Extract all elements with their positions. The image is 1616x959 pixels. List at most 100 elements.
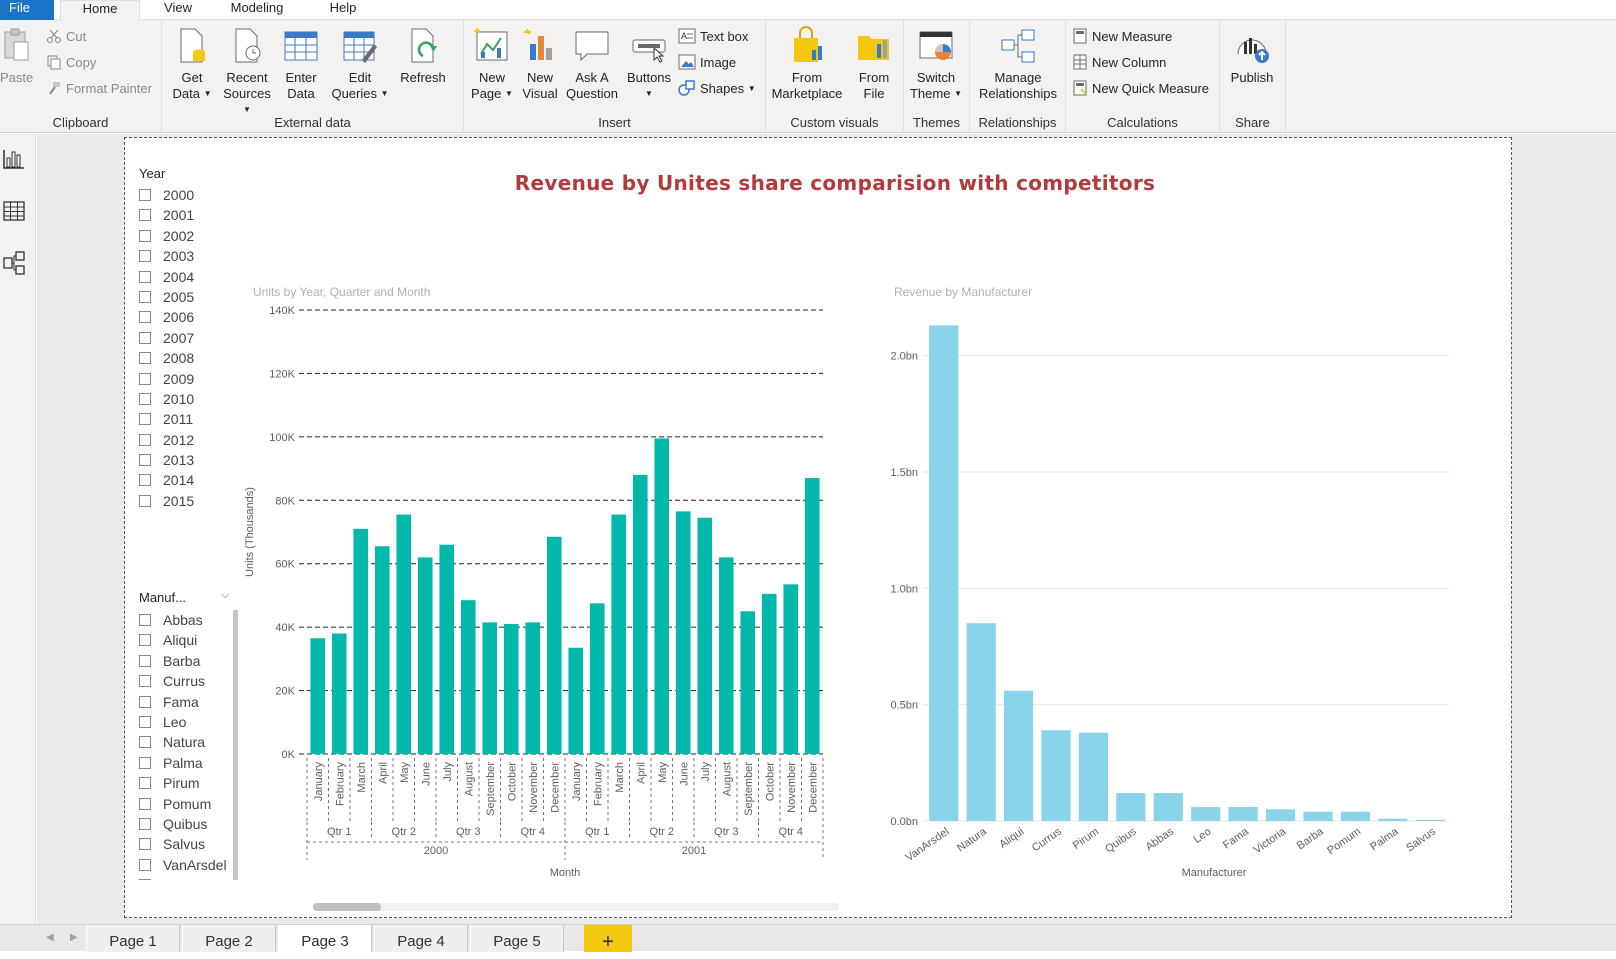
checkbox[interactable] (139, 736, 151, 749)
from-marketplace-button[interactable]: From Marketplace (768, 26, 846, 102)
chevron-right-icon[interactable]: ▶ (70, 932, 78, 943)
new-measure-button[interactable]: New Measure (1072, 26, 1172, 48)
from-file-button[interactable]: From File (850, 26, 898, 102)
manage-relationships-button[interactable]: Manage Relationships (972, 26, 1064, 102)
shapes-button[interactable]: Shapes ▼ (678, 78, 756, 100)
page-tab[interactable]: Page 2 (182, 925, 276, 952)
year-slicer-item[interactable]: 2007 (139, 328, 194, 348)
checkbox[interactable] (139, 695, 151, 708)
checkbox[interactable] (139, 189, 151, 201)
checkbox[interactable] (139, 777, 151, 790)
checkbox[interactable] (139, 838, 151, 851)
publish-button[interactable]: Publish (1224, 26, 1280, 86)
manufacturer-slicer-item[interactable]: Abbas (139, 610, 227, 630)
checkbox[interactable] (139, 392, 151, 405)
checkbox[interactable] (139, 250, 151, 263)
recent-sources-button[interactable]: Recent Sources ▼ (218, 26, 276, 118)
year-slicer-item[interactable]: 2009 (139, 369, 194, 389)
chevron-left-icon[interactable]: ◀ (46, 932, 54, 943)
year-slicer-item[interactable]: 2000 (139, 185, 194, 205)
manufacturer-slicer-item[interactable]: Quibus (139, 814, 227, 834)
manufacturer-slicer-item[interactable]: Fama (139, 692, 227, 712)
checkbox[interactable] (139, 634, 151, 647)
checkbox[interactable] (139, 797, 151, 810)
manufacturer-slicer-scrollbar[interactable] (233, 610, 238, 880)
manufacturer-slicer-item[interactable]: Palma (139, 753, 227, 773)
report-view-icon[interactable] (2, 146, 26, 172)
checkbox[interactable] (139, 413, 151, 426)
checkbox[interactable] (139, 331, 151, 344)
checkbox[interactable] (139, 879, 151, 880)
edit-queries-button[interactable]: Edit Queries ▼ (330, 26, 390, 102)
checkbox[interactable] (139, 290, 151, 303)
checkbox[interactable] (139, 614, 151, 626)
filters-pane-edge[interactable] (1604, 240, 1616, 300)
manufacturer-slicer-item[interactable]: Currus (139, 671, 227, 691)
format-painter-button[interactable]: Format Painter (46, 78, 152, 100)
manufacturer-slicer-item[interactable]: Aliqui (139, 630, 227, 650)
year-slicer-item[interactable]: 2015 (139, 491, 194, 511)
checkbox[interactable] (139, 311, 151, 324)
checkbox[interactable] (139, 654, 151, 667)
checkbox[interactable] (139, 494, 151, 507)
revenue-chart[interactable]: 0.0bn 0.5bn 1.0bn 1.5bn 2.0bn VanArsdel Natura… (869, 298, 1469, 898)
year-slicer-item[interactable]: 2006 (139, 307, 194, 327)
get-data-button[interactable]: Get Data ▼ (170, 26, 214, 102)
year-slicer-item[interactable]: 2013 (139, 450, 194, 470)
units-chart-scrollbar[interactable] (313, 903, 839, 911)
ask-question-button[interactable]: Ask A Question (564, 26, 620, 102)
page-tab[interactable]: Page 4 (374, 925, 468, 952)
copy-button[interactable]: Copy (46, 52, 96, 74)
chevron-down-icon[interactable]: ⌵ (221, 589, 229, 602)
checkbox[interactable] (139, 858, 151, 871)
report-canvas[interactable]: Revenue by Unites share comparision with… (124, 137, 1512, 918)
checkbox[interactable] (139, 372, 151, 385)
new-quick-measure-button[interactable]: New Quick Measure (1072, 78, 1209, 100)
scrollbar-thumb[interactable] (313, 903, 381, 911)
manufacturer-slicer-item[interactable]: Pomum (139, 794, 227, 814)
manufacturer-slicer-item[interactable]: VanArsdel (139, 855, 227, 875)
year-slicer-item[interactable]: 2010 (139, 389, 194, 409)
year-slicer-item[interactable]: 2008 (139, 348, 194, 368)
model-view-icon[interactable] (2, 250, 26, 276)
page-tab[interactable]: Page 1 (86, 925, 180, 952)
manufacturer-slicer-item[interactable]: Pirum (139, 773, 227, 793)
refresh-button[interactable]: Refresh (398, 26, 448, 86)
manufacturer-slicer-item[interactable]: Salvus (139, 834, 227, 854)
manufacturer-slicer-item[interactable]: Leo (139, 712, 227, 732)
menu-home[interactable]: Home (60, 0, 140, 20)
checkbox[interactable] (139, 756, 151, 769)
data-view-icon[interactable] (2, 198, 26, 224)
year-slicer-item[interactable]: 2004 (139, 267, 194, 287)
buttons-button[interactable]: Buttons ▼ (624, 26, 674, 102)
menu-help[interactable]: Help (328, 0, 358, 20)
year-slicer-item[interactable]: 2002 (139, 226, 194, 246)
cut-button[interactable]: Cut (46, 26, 86, 48)
page-tab[interactable]: Page 3 (278, 925, 372, 952)
new-visual-button[interactable]: New Visual (520, 26, 560, 102)
checkbox[interactable] (139, 715, 151, 728)
checkbox[interactable] (139, 454, 151, 467)
checkbox[interactable] (139, 817, 151, 830)
year-slicer-item[interactable]: 2011 (139, 409, 194, 429)
checkbox[interactable] (139, 675, 151, 688)
year-slicer-item[interactable]: 2005 (139, 287, 194, 307)
switch-theme-button[interactable]: Switch Theme ▼ (908, 26, 964, 102)
add-page-button[interactable]: + (584, 925, 632, 953)
units-chart[interactable]: 0K 20K 40K 60K 80K 100K 120K 140K Units (Thousan… (243, 298, 843, 898)
menu-file[interactable]: File (0, 0, 54, 20)
checkbox[interactable] (139, 433, 151, 446)
manufacturer-slicer-item[interactable]: Victoria (139, 875, 227, 880)
new-column-button[interactable]: New Column (1072, 52, 1166, 74)
year-slicer-item[interactable]: 2003 (139, 246, 194, 266)
year-slicer-item[interactable]: 2001 (139, 205, 194, 225)
menu-modeling[interactable]: Modeling (226, 0, 288, 20)
year-slicer-item[interactable]: 2014 (139, 470, 194, 490)
checkbox[interactable] (139, 352, 151, 365)
paste-button[interactable]: Paste (0, 26, 33, 86)
checkbox[interactable] (139, 209, 151, 222)
text-box-button[interactable]: A Text box (678, 26, 748, 48)
checkbox[interactable] (139, 229, 151, 242)
manufacturer-slicer-item[interactable]: Barba (139, 651, 227, 671)
enter-data-button[interactable]: Enter Data (280, 26, 322, 102)
